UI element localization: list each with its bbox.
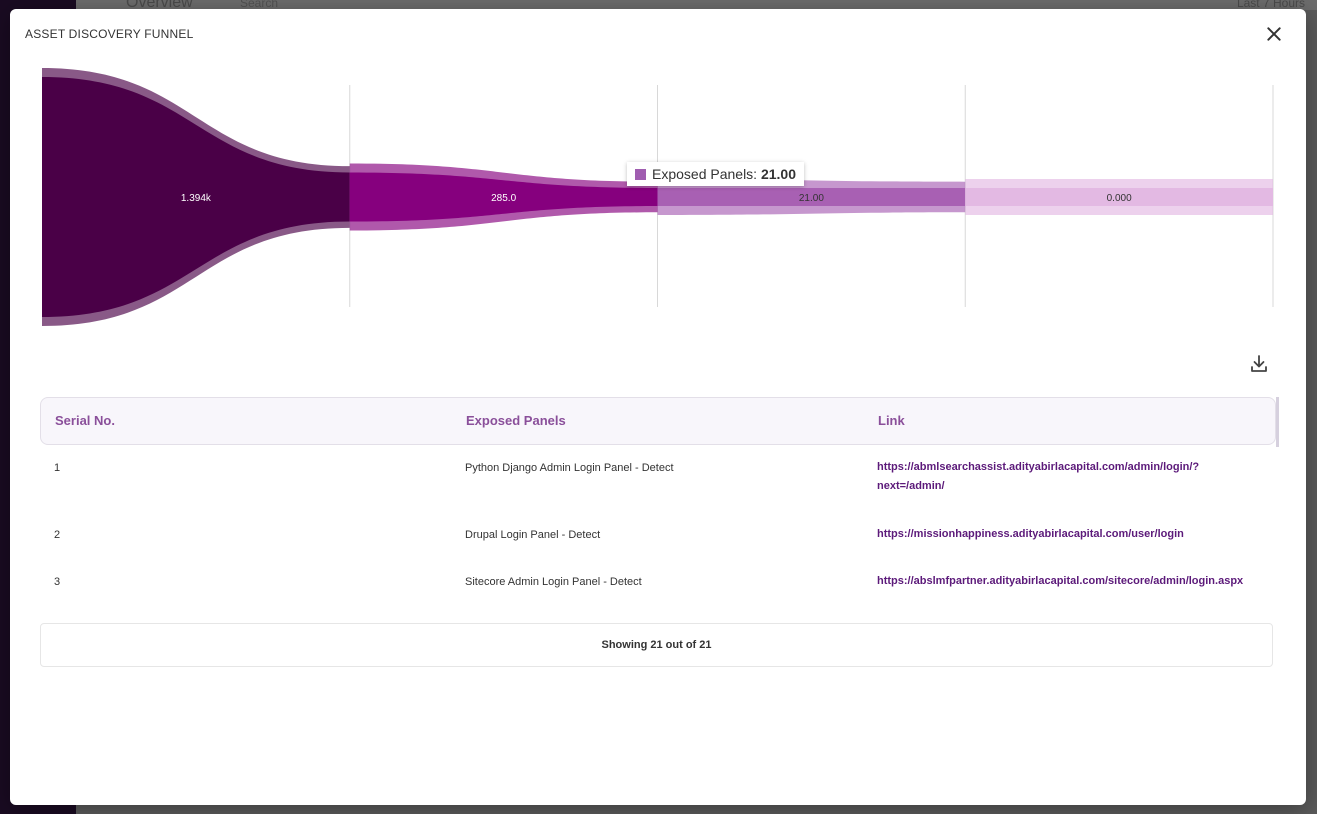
cell-panel: Sitecore Admin Login Panel - Detect [465, 576, 642, 588]
funnel-stage-label: 21.00 [799, 193, 824, 204]
funnel-stage-label: 0.000 [1107, 193, 1132, 204]
cell-panel: Drupal Login Panel - Detect [465, 529, 601, 541]
table-header: Serial No. Exposed Panels Link [40, 397, 1279, 447]
cell-serial: 1 [54, 462, 61, 474]
funnel-modal: ASSET DISCOVERY FUNNEL 1.394k 285.0 21.00 0… [10, 9, 1306, 805]
cell-link[interactable]: https://abmlsearchassist.adityabirlacapi… [877, 458, 1262, 496]
chart-tooltip: Exposed Panels: 21.00 [627, 162, 805, 186]
cell-serial: 2 [54, 529, 61, 541]
cell-link[interactable]: https://missionhappiness.adityabirlacapi… [877, 525, 1262, 544]
table-scrollbar[interactable] [1276, 397, 1279, 447]
tooltip-swatch [635, 169, 646, 180]
cell-panel: Python Django Admin Login Panel - Detect [465, 462, 674, 474]
header-panels: Exposed Panels [466, 413, 566, 428]
panels-table: Serial No. Exposed Panels Link 1 Python … [40, 397, 1279, 588]
funnel-stage-label: 1.394k [181, 193, 212, 204]
cell-serial: 3 [54, 576, 61, 588]
cell-link[interactable]: https://abslmfpartner.adityabirlacapital… [877, 572, 1262, 591]
tooltip-value: 21.00 [760, 166, 797, 182]
header-serial: Serial No. [55, 413, 115, 428]
funnel-stage-label: 285.0 [491, 193, 516, 204]
download-icon[interactable] [1250, 354, 1268, 374]
header-link: Link [878, 413, 905, 428]
tooltip-series: Exposed Panels: [652, 166, 758, 182]
table-footer: Showing 21 out of 21 [40, 623, 1273, 667]
